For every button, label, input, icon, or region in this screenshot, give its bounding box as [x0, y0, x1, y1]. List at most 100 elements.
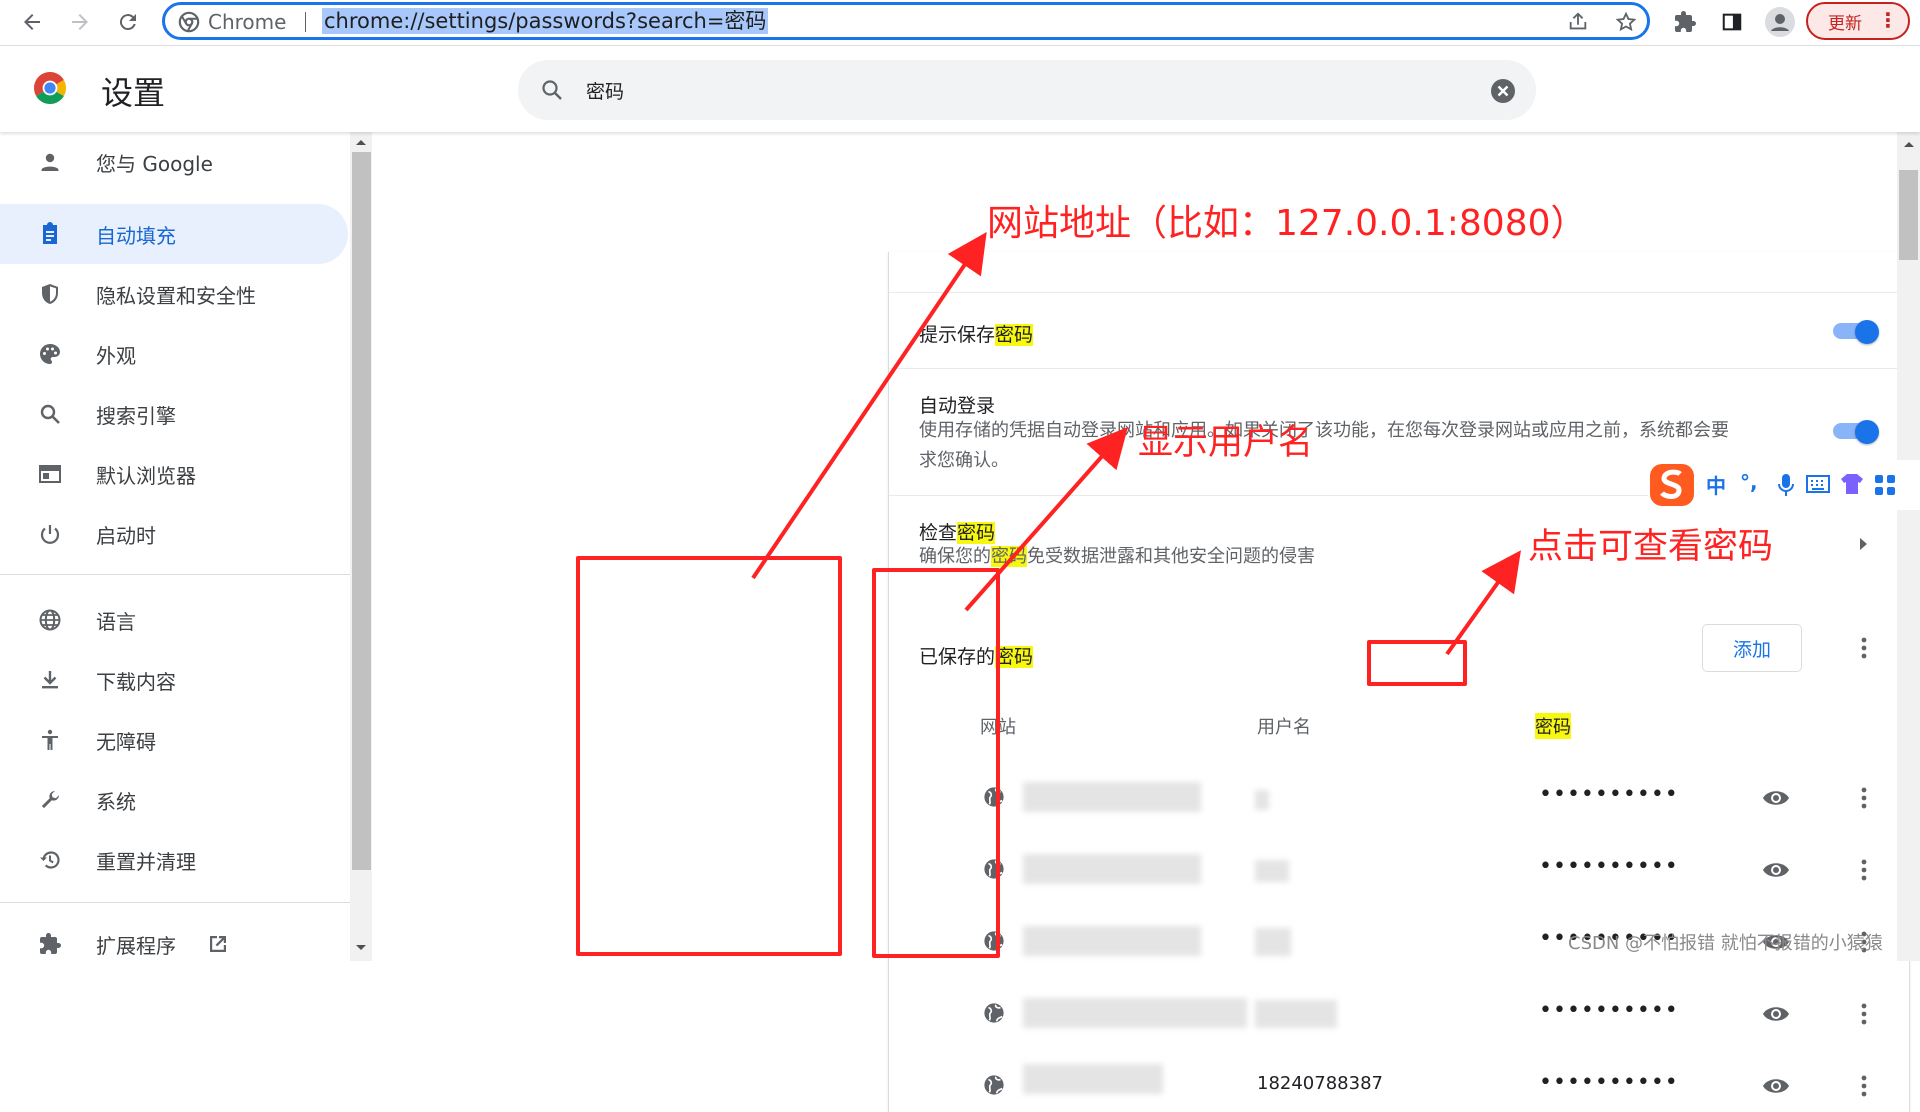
eye-icon [1763, 791, 1789, 805]
site-url-redacted [1023, 1064, 1163, 1094]
ime-mode-label[interactable]: 中 [1706, 470, 1726, 499]
sidebar-item-you-and-google[interactable]: 您与 Google [0, 132, 348, 192]
globe-icon [984, 787, 1004, 807]
show-password-button[interactable] [1759, 1069, 1793, 1103]
check-passwords-desc: 确保您的密码免受数据泄露和其他安全问题的侵害 [919, 546, 1315, 567]
offer-save-label: 提示保存密码 [919, 324, 1034, 346]
masked-password: •••••••••• [1539, 998, 1679, 1023]
sidebar-item-label: 外观 [96, 343, 136, 368]
site-url-redacted [1023, 854, 1201, 884]
settings-search-input[interactable]: 密码 [518, 60, 1536, 120]
toolbox-icon[interactable] [1874, 474, 1896, 496]
sidebar-item-label: 您与 Google [96, 151, 213, 176]
sidebar-item-extensions[interactable]: 扩展程序 [0, 914, 348, 974]
saved-passwords-more-button[interactable] [1847, 631, 1881, 665]
site-label: Chrome [208, 10, 287, 34]
back-button[interactable] [14, 4, 50, 40]
offer-save-toggle[interactable] [1833, 320, 1879, 344]
auto-signin-toggle[interactable] [1833, 420, 1879, 444]
sidebar-item-search-engine[interactable]: 搜索引擎 [0, 384, 348, 444]
masked-password: •••••••••• [1539, 782, 1679, 807]
microphone-icon[interactable] [1778, 473, 1794, 497]
sidebar-item-appearance[interactable]: 外观 [0, 324, 348, 384]
sidebar-item-label: 隐私设置和安全性 [96, 283, 256, 308]
row-divider [889, 292, 1909, 293]
wrench-icon [41, 791, 60, 809]
username-redacted [1255, 928, 1291, 956]
profile-button[interactable] [1764, 6, 1796, 38]
sidebar-item-label: 启动时 [96, 523, 156, 548]
ime-punct-label[interactable]: °, [1740, 470, 1758, 494]
show-password-button[interactable] [1759, 781, 1793, 815]
password-row-more-button[interactable] [1847, 781, 1881, 815]
browser-icon [39, 465, 61, 483]
sidebar-item-label: 无障碍 [96, 729, 156, 754]
saved-passwords-title: 已保存的密码 [919, 646, 1034, 668]
site-url-redacted [1023, 926, 1201, 956]
open-in-new-icon [210, 936, 226, 952]
eye-icon [1763, 863, 1789, 877]
sidebar-item-default-browser[interactable]: 默认浏览器 [0, 444, 348, 504]
puzzle-icon [1675, 11, 1696, 32]
show-password-button[interactable] [1759, 853, 1793, 887]
forward-button[interactable] [62, 4, 98, 40]
sidebar-item-autofill[interactable]: 自动填充 [0, 204, 348, 264]
sidebar-item-reset[interactable]: 重置并清理 [0, 830, 348, 890]
sidebar-item-system[interactable]: 系统 [0, 770, 348, 830]
add-password-button[interactable]: 添加 [1702, 624, 1802, 672]
site-url-redacted [1023, 998, 1247, 1028]
show-password-button[interactable] [1759, 997, 1793, 1031]
column-header-site: 网站 [980, 717, 1016, 738]
sidebar-item-privacy[interactable]: 隐私设置和安全性 [0, 264, 348, 324]
password-row-more-button[interactable] [1847, 997, 1881, 1031]
reload-button[interactable] [110, 4, 146, 40]
username-redacted [1255, 860, 1289, 882]
arrow-right-icon [1860, 538, 1867, 550]
update-label: 更新 [1828, 13, 1862, 34]
side-panel-icon [1722, 13, 1742, 31]
sidebar-item-label: 下载内容 [96, 669, 176, 694]
side-panel-button[interactable] [1716, 6, 1748, 38]
sidebar-item-label: 语言 [96, 609, 136, 634]
scroll-up-icon[interactable] [1903, 140, 1915, 148]
share-icon [1569, 12, 1587, 30]
sidebar-item-accessibility[interactable]: 无障碍 [0, 710, 348, 770]
browser-toolbar: Chrome chrome://settings/passwords?searc… [0, 0, 1920, 46]
clear-search-icon[interactable] [1490, 78, 1516, 104]
more-vert-icon [1861, 787, 1867, 809]
sidebar-item-languages[interactable]: 语言 [0, 590, 348, 650]
globe-icon [984, 859, 1004, 879]
address-bar[interactable]: Chrome chrome://settings/passwords?searc… [162, 2, 1650, 40]
update-button[interactable]: 更新 ⋮ [1806, 2, 1910, 40]
more-vert-icon [1861, 1003, 1867, 1025]
share-button[interactable] [1565, 9, 1591, 35]
bookmark-button[interactable] [1613, 9, 1639, 35]
more-vert-icon [1861, 1075, 1867, 1097]
password-row-more-button[interactable] [1847, 1069, 1881, 1103]
sidebar-item-on-startup[interactable]: 启动时 [0, 504, 348, 564]
scroll-up-icon[interactable] [355, 138, 367, 146]
site-info[interactable]: Chrome [178, 10, 286, 34]
sidebar-item-label: 搜索引擎 [96, 403, 176, 428]
sidebar-item-downloads[interactable]: 下载内容 [0, 650, 348, 710]
autofill-card: 提示保存密码 自动登录 使用存储的凭据自动登录网站和应用。如果关闭了该功能，在您… [888, 252, 1910, 1112]
url-text[interactable]: chrome://settings/passwords?search=密码 [322, 8, 769, 34]
extensions-button[interactable] [1669, 6, 1701, 38]
masked-password: •••••••••• [1539, 854, 1679, 879]
search-icon [542, 80, 562, 100]
sidebar-item-label: 扩展程序 [96, 933, 176, 958]
page-scroll-thumb[interactable] [1899, 170, 1918, 260]
sidebar-item-label: 重置并清理 [96, 849, 196, 874]
password-row-more-button[interactable] [1847, 853, 1881, 887]
keyboard-icon[interactable] [1806, 475, 1830, 493]
main-content: 提示保存密码 自动登录 使用存储的凭据自动登录网站和应用。如果关闭了该功能，在您… [372, 132, 1910, 1112]
username-redacted [1255, 1000, 1337, 1028]
check-passwords-title: 检查密码 [919, 522, 996, 544]
scroll-down-icon[interactable] [355, 944, 367, 952]
skin-icon[interactable] [1840, 473, 1864, 495]
column-header-username: 用户名 [1257, 717, 1311, 738]
sidebar-nav: 您与 Google 自动填充 隐私设置和安全性 外观 搜索引擎 默认浏览器 启动… [0, 132, 350, 961]
shield-icon [42, 284, 58, 304]
username-redacted [1255, 790, 1269, 810]
sidebar-scroll-thumb[interactable] [352, 152, 371, 870]
